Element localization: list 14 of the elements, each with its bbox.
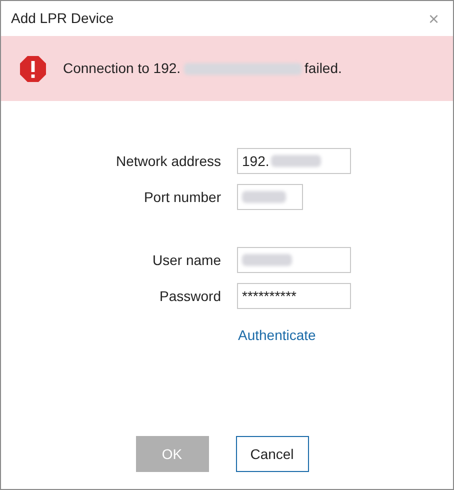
input-field[interactable]: ********** [237, 283, 351, 309]
error-message: Connection to 192. [63, 59, 181, 78]
input-field[interactable] [237, 184, 303, 210]
input-field[interactable] [237, 247, 351, 273]
field-label: Password [158, 286, 221, 306]
error-message: failed. [304, 59, 342, 78]
window-title: Add LPR Device [11, 9, 114, 28]
cancel-button[interactable]: Cancel [236, 436, 308, 472]
field-label: Network address [114, 152, 221, 170]
authenticate-link[interactable]: Authenticate [238, 327, 316, 343]
field-label: User name [152, 250, 221, 270]
error-icon [19, 54, 47, 82]
field-label: Port number [142, 188, 221, 206]
input-field[interactable]: 192. [237, 148, 351, 174]
